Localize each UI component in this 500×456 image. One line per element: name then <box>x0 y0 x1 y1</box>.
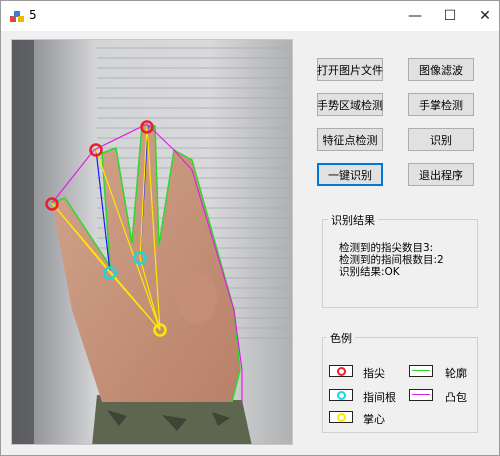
result-status-text: 识别结果:OK <box>339 266 400 278</box>
recognize-button[interactable]: 识别 <box>408 128 474 151</box>
hand-image-panel <box>11 39 293 445</box>
palm-detect-button[interactable]: 手掌检测 <box>408 93 474 116</box>
window-title: 5 <box>29 8 37 22</box>
close-icon[interactable]: ✕ <box>463 1 500 31</box>
exit-button[interactable]: 退出程序 <box>408 163 474 186</box>
legend-label-contour: 轮廓 <box>445 367 467 380</box>
app-window: 5 — ☐ ✕ 打开图片文件 图像滤波 手势区域检测 手掌检测 特征点检测 识别… <box>0 0 500 456</box>
open-image-button[interactable]: 打开图片文件 <box>317 58 383 81</box>
legend-swatch-fingertip <box>329 365 353 377</box>
feature-points-button[interactable]: 特征点检测 <box>317 128 383 151</box>
legend-label-fingertip: 指尖 <box>363 367 385 380</box>
legend-label-finger-root: 指间根 <box>363 391 396 404</box>
legend-group-title: 色例 <box>327 330 355 346</box>
legend-swatch-contour <box>409 365 433 377</box>
one-click-recognize-button[interactable]: 一键识别 <box>317 163 383 186</box>
wall-edge <box>12 40 34 444</box>
legend-swatch-finger-root <box>329 389 353 401</box>
legend-label-palm-center: 掌心 <box>363 413 385 426</box>
legend-group: 色例 指尖 指间根 掌心 轮廓 凸包 <box>322 330 478 433</box>
result-group-title: 识别结果 <box>328 212 378 228</box>
legend-swatch-palm-center <box>329 411 353 423</box>
result-group: 识别结果 检测到的指尖数目3: 检测到的指间根数目:2 识别结果:OK <box>322 212 478 308</box>
gesture-region-button[interactable]: 手势区域检测 <box>317 93 383 116</box>
title-bar: 5 — ☐ ✕ <box>1 1 499 31</box>
hand-image <box>12 40 292 444</box>
legend-label-hull: 凸包 <box>445 391 467 404</box>
app-icon <box>10 11 24 22</box>
legend-swatch-hull <box>409 389 433 401</box>
image-filter-button[interactable]: 图像滤波 <box>408 58 474 81</box>
